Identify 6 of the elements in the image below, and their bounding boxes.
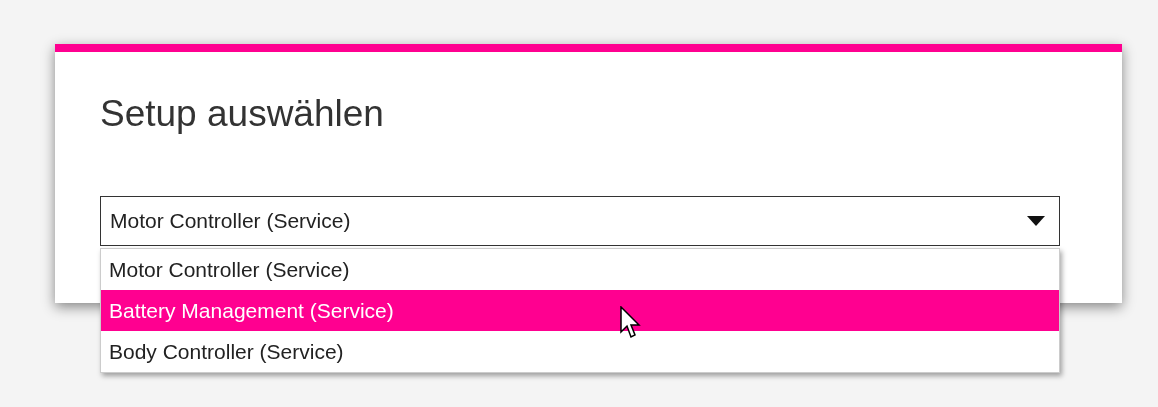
mouse-pointer-icon: [620, 306, 642, 340]
dropdown-option[interactable]: Motor Controller (Service): [101, 249, 1059, 290]
dialog-title: Setup auswählen: [100, 92, 384, 136]
dropdown-option[interactable]: Body Controller (Service): [101, 331, 1059, 372]
dropdown-option[interactable]: Battery Management (Service): [101, 290, 1059, 331]
setup-dropdown[interactable]: Motor Controller (Service): [100, 196, 1060, 246]
